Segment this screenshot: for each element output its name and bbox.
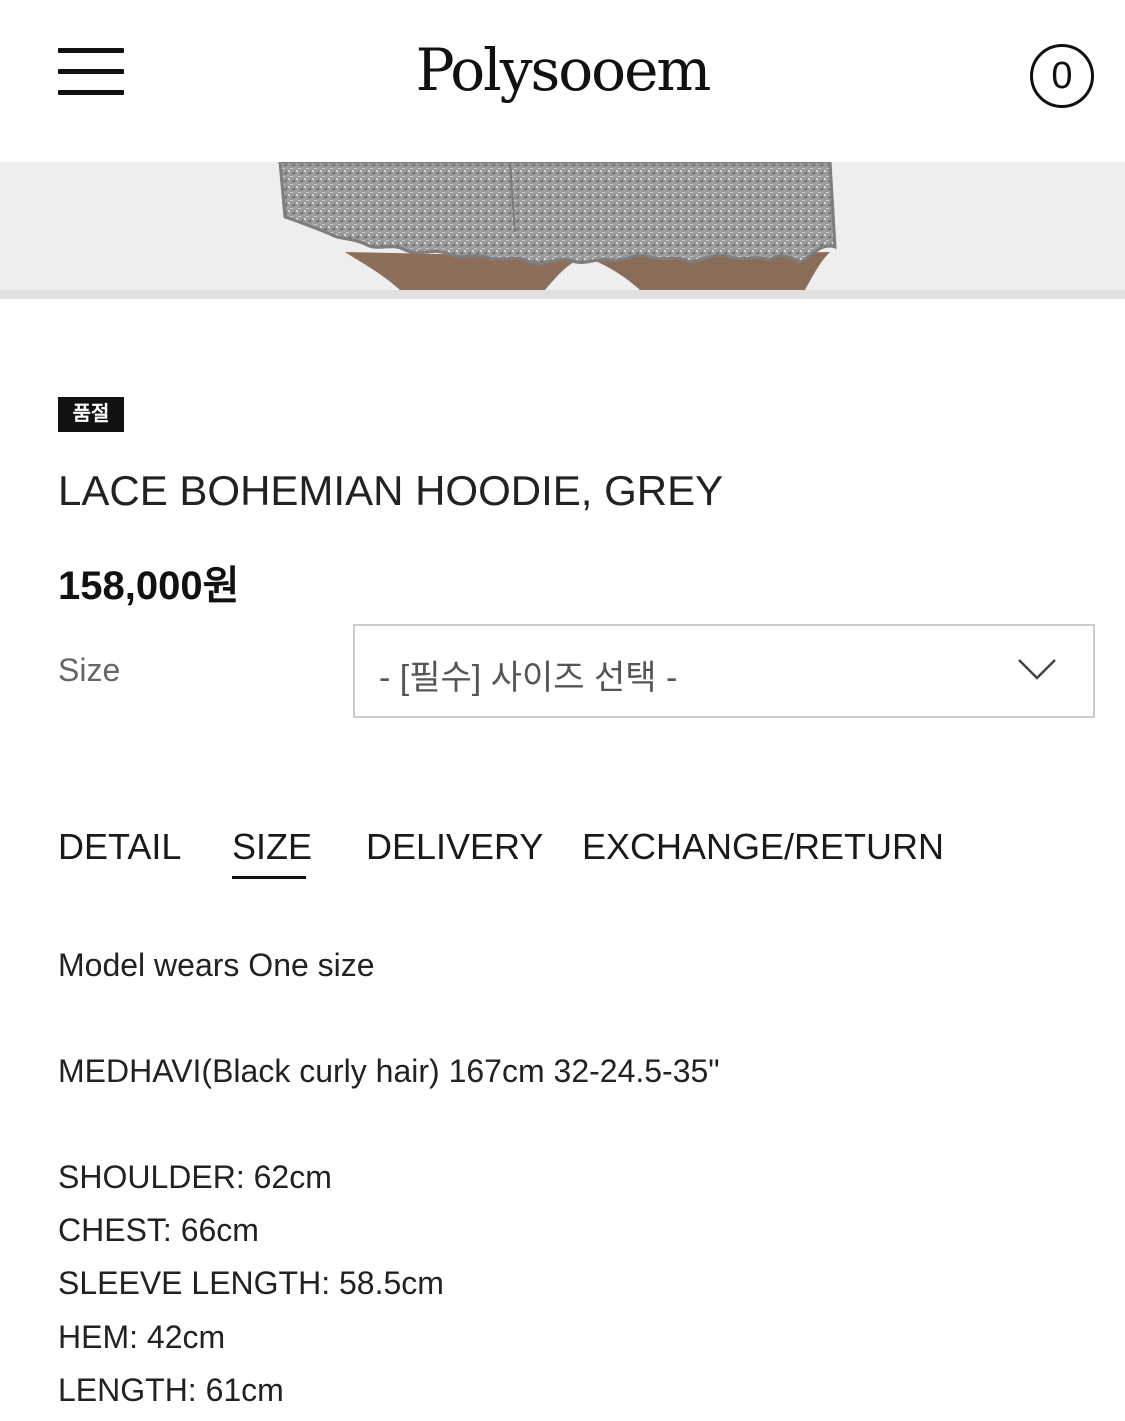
product-price: 158,000원: [58, 564, 240, 608]
product-image: [0, 162, 1125, 290]
tab-detail[interactable]: DETAIL: [58, 826, 181, 868]
model-size-note: Model wears One size: [58, 947, 375, 983]
measurement-sleeve-length: SLEEVE LENGTH: 58.5cm: [58, 1265, 444, 1301]
measurement-hem: HEM: 42cm: [58, 1319, 226, 1355]
cart-button[interactable]: 0: [1030, 44, 1094, 108]
size-option-label: Size: [58, 652, 121, 688]
product-photo-skirt: [0, 162, 1125, 290]
tab-delivery[interactable]: DELIVERY: [366, 826, 543, 868]
measurement-shoulder: SHOULDER: 62cm: [58, 1159, 332, 1195]
image-scroll-indicator: [0, 290, 1125, 299]
active-tab-indicator: [232, 876, 306, 879]
model-info: MEDHAVI(Black curly hair) 167cm 32-24.5-…: [58, 1053, 720, 1089]
product-title: LACE BOHEMIAN HOODIE, GREY: [58, 467, 724, 514]
site-logo[interactable]: Polysooem: [0, 36, 1125, 104]
size-select-value: - [필수] 사이즈 선택 -: [379, 659, 678, 697]
size-select-dropdown[interactable]: - [필수] 사이즈 선택 -: [353, 624, 1095, 718]
sold-out-badge: 품절: [58, 397, 124, 432]
measurement-chest: CHEST: 66cm: [58, 1212, 259, 1248]
chevron-down-icon: [1018, 659, 1056, 680]
tab-exchange-return[interactable]: EXCHANGE/RETURN: [582, 826, 944, 868]
tab-size[interactable]: SIZE: [232, 826, 312, 868]
measurement-length: LENGTH: 61cm: [58, 1372, 284, 1408]
site-header: Polysooem 0: [0, 0, 1125, 162]
